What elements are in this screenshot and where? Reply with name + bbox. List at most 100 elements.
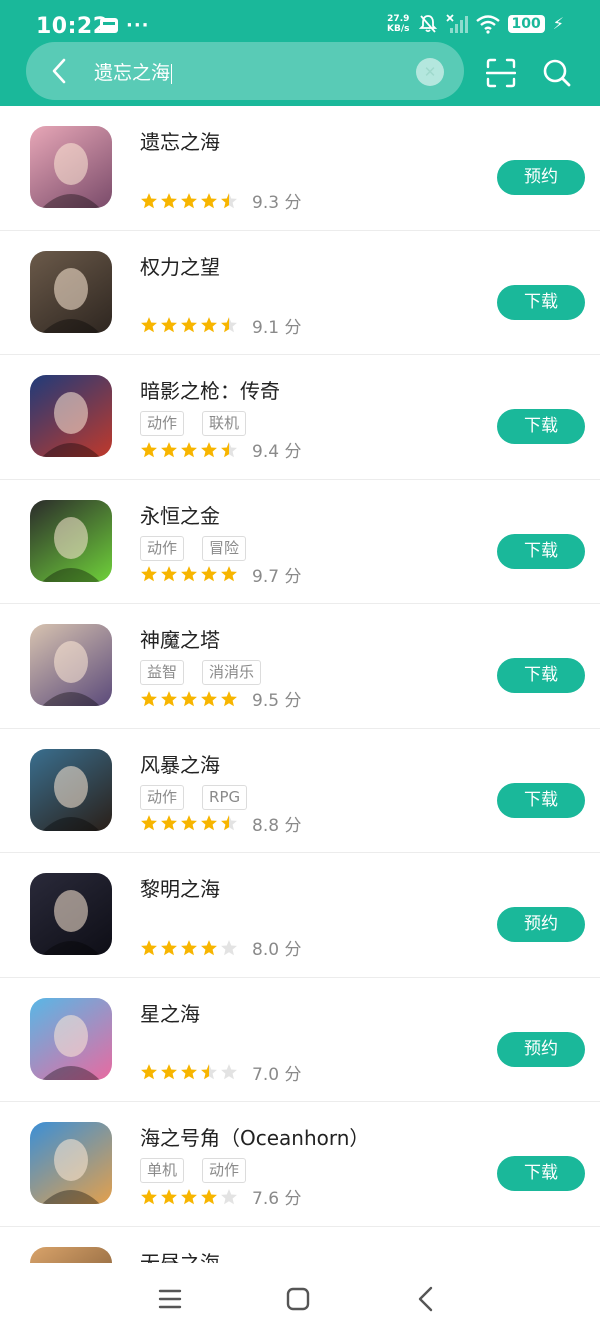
app-list-item[interactable]: 暗影之枪：传奇 动作 联机 9.4 分 下载 (0, 355, 600, 480)
system-nav-bar (0, 1263, 600, 1333)
search-icon (543, 59, 571, 87)
wifi-icon (475, 15, 500, 34)
star-icon (141, 1064, 157, 1080)
clear-search-button[interactable]: ✕ (416, 58, 444, 86)
app-icon-artwork (42, 392, 100, 457)
app-list-item[interactable]: 遗忘之海 9.3 分 预约 (0, 106, 600, 231)
app-list-item[interactable]: 黎明之海 8.0 分 预约 (0, 853, 600, 978)
app-name[interactable]: 暗影之枪：传奇 (140, 375, 280, 404)
app-tags: 动作 冒险 (140, 535, 247, 561)
app-icon[interactable] (30, 126, 112, 208)
search-input[interactable]: 遗忘之海 (94, 58, 173, 85)
star-icon (141, 566, 157, 582)
reserve-button[interactable]: 预约 (497, 907, 585, 942)
app-icon[interactable] (30, 873, 112, 955)
star-icon (201, 192, 217, 208)
app-name[interactable]: 黎明之海 (140, 873, 220, 902)
rating-stars (140, 690, 238, 708)
download-button[interactable]: 下载 (497, 284, 585, 320)
star-icon (221, 939, 237, 955)
download-button[interactable]: 下载 (497, 409, 585, 444)
star-icon (181, 441, 197, 457)
rating-stars (140, 441, 238, 459)
star-icon (141, 939, 157, 955)
app-name[interactable]: 遗忘之海 (140, 126, 220, 155)
app-tag: 单机 (140, 1158, 185, 1183)
menu-button[interactable] (156, 1285, 184, 1313)
home-button[interactable] (284, 1285, 312, 1313)
app-tag: RPG (202, 784, 248, 810)
app-list-item[interactable]: 永恒之金 动作 冒险 9.7 分 下载 (0, 480, 600, 604)
app-icon[interactable] (30, 1122, 112, 1204)
app-list-item[interactable]: 权力之望 9.1 分 下载 (0, 231, 600, 355)
star-icon (161, 566, 177, 582)
star-icon (181, 1064, 197, 1080)
download-button[interactable]: 下载 (497, 782, 585, 818)
app-score: 9.3 分 (252, 193, 302, 213)
search-button[interactable] (542, 58, 572, 88)
app-list-item[interactable]: 星之海 7.0 分 预约 (0, 978, 600, 1102)
star-icon (201, 815, 217, 831)
app-tag: 冒险 (202, 535, 247, 561)
app-name[interactable]: 永恒之金 (140, 500, 220, 529)
rating-stars (140, 939, 238, 957)
app-icon[interactable] (30, 499, 112, 582)
search-results-list: 遗忘之海 9.3 分 预约 权力之望 9.1 分 下载 暗影之枪：传奇 动作 联… (0, 106, 600, 1333)
app-icon-artwork (42, 1139, 100, 1204)
star-icon (181, 192, 197, 208)
app-tags: 动作 联机 (140, 411, 247, 436)
back-arrow-icon (418, 1286, 433, 1312)
app-name[interactable]: 星之海 (140, 998, 200, 1027)
reserve-button[interactable]: 预约 (497, 1031, 585, 1067)
network-speed-value: 27.9 (387, 14, 410, 24)
download-button[interactable]: 下载 (497, 658, 585, 693)
star-icon (161, 815, 177, 831)
app-score: 7.6 分 (252, 1189, 302, 1209)
download-button[interactable]: 下载 (497, 1156, 585, 1191)
app-list-item[interactable]: 神魔之塔 益智 消消乐 9.5 分 下载 (0, 604, 600, 729)
star-icon (141, 317, 157, 333)
app-name[interactable]: 神魔之塔 (140, 624, 220, 653)
app-name[interactable]: 海之号角（Oceanhorn） (140, 1122, 369, 1151)
app-rating: 9.5 分 (140, 686, 301, 711)
star-icon (161, 939, 177, 955)
app-rating: 9.3 分 (140, 188, 301, 213)
rating-stars (140, 1063, 238, 1081)
star-icon (221, 1064, 237, 1080)
app-tags: 益智 消消乐 (140, 660, 262, 685)
download-button[interactable]: 下载 (497, 533, 585, 569)
app-name[interactable]: 权力之望 (140, 251, 220, 280)
rating-stars (140, 192, 238, 210)
app-list-item[interactable]: 风暴之海 动作 RPG 8.8 分 下载 (0, 729, 600, 853)
star-icon (161, 317, 177, 333)
text-cursor (171, 63, 173, 84)
scan-button[interactable] (485, 58, 517, 88)
star-icon (161, 690, 177, 706)
app-rating: 7.0 分 (140, 1060, 301, 1085)
app-tags: 单机 动作 (140, 1158, 247, 1183)
system-back-button[interactable] (412, 1285, 440, 1313)
status-bar: 10:22 ··· 27.9 KB/s 100 ⚡ (0, 0, 600, 44)
status-time: 10:22 (36, 14, 109, 39)
app-icon[interactable] (30, 250, 112, 333)
star-icon (181, 690, 197, 706)
app-name[interactable]: 风暴之海 (140, 749, 220, 778)
search-query: 遗忘之海 (94, 62, 171, 84)
app-tag: 益智 (140, 660, 185, 685)
rating-stars (140, 316, 238, 334)
app-icon[interactable] (30, 748, 112, 831)
network-speed: 27.9 KB/s (387, 14, 409, 34)
app-tag: 消消乐 (202, 660, 262, 685)
star-icon (161, 1188, 177, 1204)
star-icon (201, 441, 217, 457)
app-icon[interactable] (30, 997, 112, 1080)
star-icon (141, 815, 157, 831)
menu-icon (158, 1289, 182, 1309)
back-button[interactable] (42, 54, 76, 88)
app-list-item[interactable]: 海之号角（Oceanhorn） 单机 动作 7.6 分 下载 (0, 1102, 600, 1227)
app-icon[interactable] (30, 375, 112, 457)
reserve-button[interactable]: 预约 (497, 160, 585, 195)
app-icon[interactable] (30, 624, 112, 706)
rating-stars (140, 814, 238, 832)
notification-app-icon (100, 18, 118, 33)
